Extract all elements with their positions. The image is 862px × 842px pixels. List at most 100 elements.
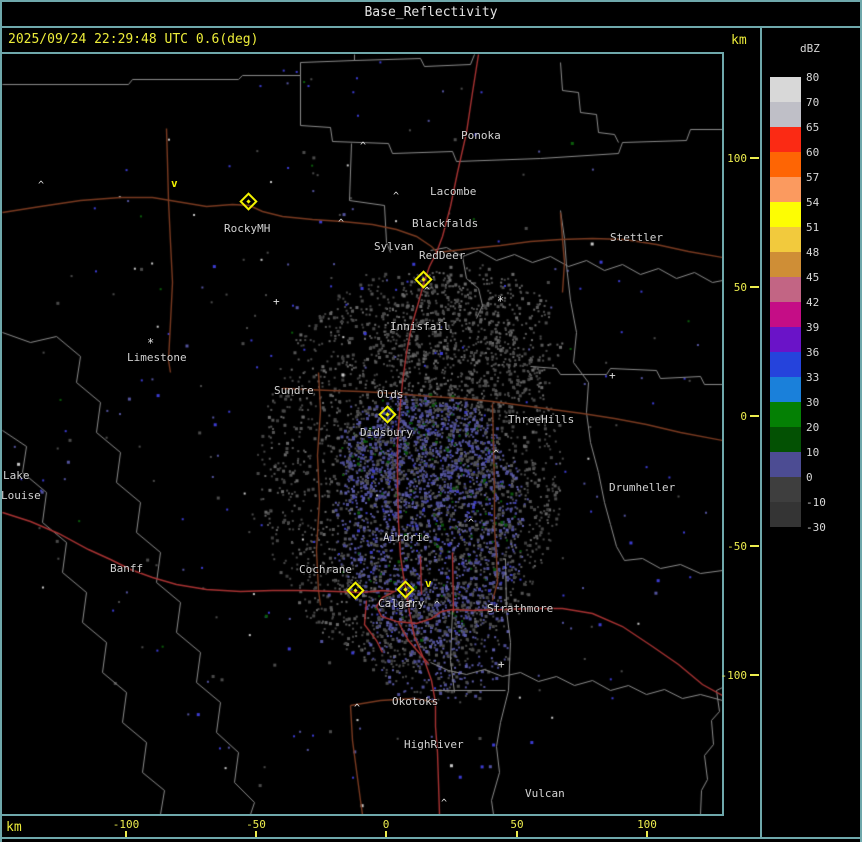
city-label-sylvan: Sylvan xyxy=(374,240,414,253)
color-scale-value: 10 xyxy=(806,446,842,459)
caret-marker: ^ xyxy=(441,798,447,809)
city-label-stettler: Stettler xyxy=(610,231,663,244)
color-scale-value: 33 xyxy=(806,371,842,384)
x-tick-label: -50 xyxy=(236,818,276,831)
y-tick-label: -100 xyxy=(719,669,747,682)
check-marker: v xyxy=(425,577,432,590)
caret-marker: ^ xyxy=(393,191,399,202)
color-scale-swatch xyxy=(770,127,801,152)
color-scale-title: dBZ xyxy=(800,42,820,55)
y-tick-mark xyxy=(750,545,759,547)
caret-marker: ^ xyxy=(424,286,430,297)
city-label-lake: Lake xyxy=(3,469,30,482)
x-tick-label: 100 xyxy=(627,818,667,831)
city-label-airdrie: Airdrie xyxy=(383,531,429,544)
color-scale-value: 45 xyxy=(806,271,842,284)
color-scale-value: 54 xyxy=(806,196,842,209)
caret-marker: ^ xyxy=(493,449,499,460)
radar-app-window: Base_Reflectivity 2025/09/24 22:29:48 UT… xyxy=(0,0,862,842)
caret-marker: ^ xyxy=(338,218,344,229)
caret-marker: ^ xyxy=(354,703,360,714)
color-scale-swatch xyxy=(770,77,801,102)
color-scale-swatch xyxy=(770,502,801,527)
city-label-lacombe: Lacombe xyxy=(430,185,476,198)
city-label-ponoka: Ponoka xyxy=(461,129,501,142)
x-tick-mark xyxy=(125,831,127,837)
city-label-olds: Olds xyxy=(377,388,404,401)
caret-marker: ^ xyxy=(468,518,474,529)
color-scale-swatch xyxy=(770,327,801,352)
city-label-reddeer: RedDeer xyxy=(419,249,465,262)
city-label-calgary: Calgary xyxy=(378,597,424,610)
color-scale-swatch xyxy=(770,202,801,227)
x-tick-label: 50 xyxy=(497,818,537,831)
caret-marker: ^ xyxy=(360,141,366,152)
color-scale-value: 39 xyxy=(806,321,842,334)
city-label-vulcan: Vulcan xyxy=(525,787,565,800)
color-scale-value: 51 xyxy=(806,221,842,234)
y-tick-mark xyxy=(750,286,759,288)
y-tick-label: -50 xyxy=(719,540,747,553)
x-tick-mark xyxy=(255,831,257,837)
y-tick-mark xyxy=(750,674,759,676)
city-label-drumheller: Drumheller xyxy=(609,481,675,494)
city-label-innisfail: Innisfail xyxy=(390,320,450,333)
color-scale-value: 60 xyxy=(806,146,842,159)
y-tick-label: 0 xyxy=(719,410,747,423)
plus-marker: + xyxy=(273,295,280,308)
y-tick-label: 100 xyxy=(719,152,747,165)
map-border-right xyxy=(722,52,724,816)
color-scale-value: 48 xyxy=(806,246,842,259)
color-scale-swatch xyxy=(770,402,801,427)
city-label-strathmore: Strathmore xyxy=(487,602,553,615)
panel-divider xyxy=(760,28,762,837)
color-scale-value: 70 xyxy=(806,96,842,109)
color-scale-swatch xyxy=(770,252,801,277)
check-marker: v xyxy=(171,177,178,190)
color-scale-swatch xyxy=(770,177,801,202)
plus-marker: + xyxy=(609,369,616,382)
star-marker: * xyxy=(147,336,154,350)
city-label-rockymh: RockyMH xyxy=(224,222,270,235)
x-tick-mark xyxy=(646,831,648,837)
x-tick-mark xyxy=(516,831,518,837)
color-scale-swatch xyxy=(770,477,801,502)
color-scale-swatch xyxy=(770,377,801,402)
color-scale-value: 0 xyxy=(806,471,842,484)
x-tick-label: -100 xyxy=(106,818,146,831)
color-scale-value: 20 xyxy=(806,421,842,434)
y-tick-mark xyxy=(750,415,759,417)
star-marker: * xyxy=(497,294,504,308)
city-label-limestone: Limestone xyxy=(127,351,187,364)
city-label-cochrane: Cochrane xyxy=(299,563,352,576)
color-scale-value: 57 xyxy=(806,171,842,184)
color-scale-swatch xyxy=(770,227,801,252)
map-border-bottom xyxy=(0,814,724,816)
city-label-louise: Louise xyxy=(1,489,41,502)
city-label-sundre: Sundre xyxy=(274,384,314,397)
caret-marker: ^ xyxy=(434,600,440,611)
frame-top xyxy=(0,0,862,2)
color-scale-swatch xyxy=(770,452,801,477)
caret-marker: ^ xyxy=(38,180,44,191)
color-scale-value: 80 xyxy=(806,71,842,84)
color-scale-swatch xyxy=(770,277,801,302)
x-axis-unit-label: km xyxy=(6,820,22,835)
color-scale-value: 36 xyxy=(806,346,842,359)
city-label-highriver: HighRiver xyxy=(404,738,464,751)
y-tick-mark xyxy=(750,157,759,159)
plus-marker: + xyxy=(498,658,505,671)
color-scale-swatch xyxy=(770,102,801,127)
timestamp-label: 2025/09/24 22:29:48 UTC 0.6(deg) xyxy=(8,32,258,47)
color-scale-swatch xyxy=(770,152,801,177)
x-tick-mark xyxy=(385,831,387,837)
color-scale-value: 42 xyxy=(806,296,842,309)
y-tick-label: 50 xyxy=(719,281,747,294)
y-axis-unit-label: km xyxy=(731,33,747,48)
city-label-banff: Banff xyxy=(110,562,143,575)
city-label-blackfalds: Blackfalds xyxy=(412,217,478,230)
color-scale-swatch xyxy=(770,352,801,377)
city-label-threehills: ThreeHills xyxy=(508,413,574,426)
x-tick-label: 0 xyxy=(366,818,406,831)
color-scale-swatch xyxy=(770,427,801,452)
